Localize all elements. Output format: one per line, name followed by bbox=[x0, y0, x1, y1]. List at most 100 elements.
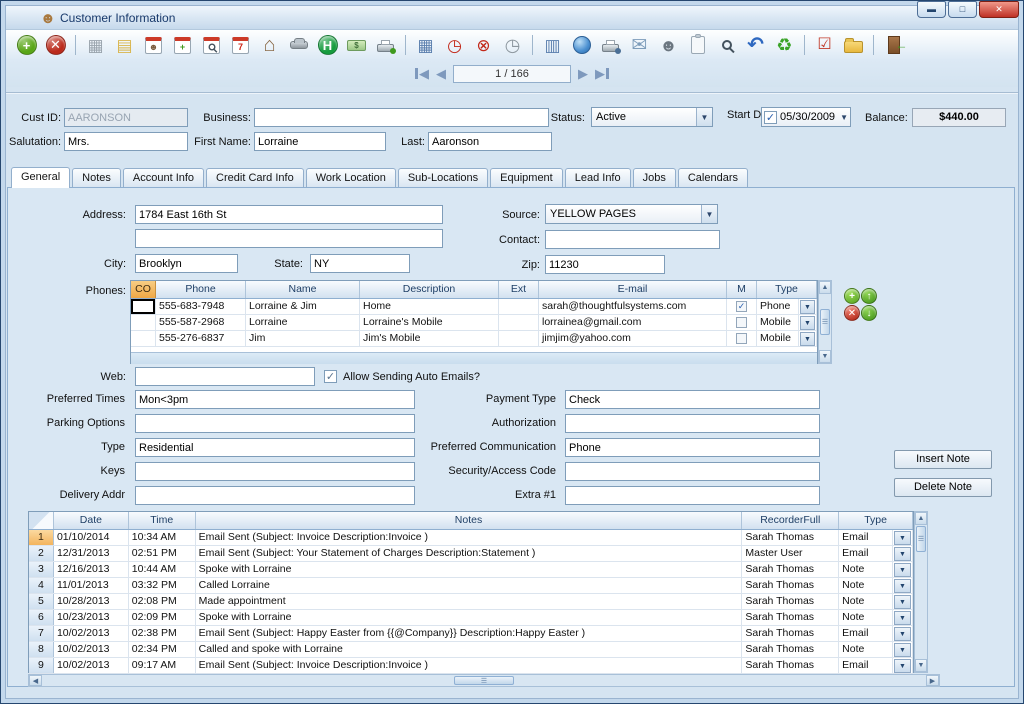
tab-calendars[interactable]: Calendars bbox=[678, 168, 748, 187]
note-row[interactable]: 910/02/201309:17 AMEmail Sent (Subject: … bbox=[29, 658, 913, 674]
right-field-security-access-code[interactable] bbox=[565, 462, 820, 481]
refresh-icon[interactable]: ♻ bbox=[772, 33, 797, 58]
start-date-select[interactable]: ✓ 05/30/2009 ▼ bbox=[761, 107, 851, 127]
row-number[interactable]: 2 bbox=[29, 546, 54, 561]
last-record-icon[interactable]: ▶ bbox=[595, 67, 610, 80]
calendar-add-icon[interactable]: + bbox=[170, 33, 195, 58]
zip-field[interactable] bbox=[545, 255, 665, 274]
note-type-dropdown[interactable]: ▼ bbox=[893, 530, 913, 545]
tab-work-location[interactable]: Work Location bbox=[306, 168, 396, 187]
print-icon[interactable] bbox=[598, 33, 623, 58]
right-field-authorization[interactable] bbox=[565, 414, 820, 433]
note-cell[interactable]: Master User bbox=[742, 546, 839, 561]
phone-cell[interactable]: lorrainea@gmail.com bbox=[539, 315, 727, 330]
note-row[interactable]: 510/28/201302:08 PMMade appointmentSarah… bbox=[29, 594, 913, 610]
note-type-dropdown[interactable]: ▼ bbox=[893, 610, 913, 625]
hold-icon[interactable]: H bbox=[315, 33, 340, 58]
chevron-down-icon[interactable]: ▼ bbox=[894, 595, 911, 609]
phone-row[interactable]: 555-587-2968LorraineLorraine's Mobile lor… bbox=[131, 315, 817, 331]
right-field-payment-type[interactable] bbox=[565, 390, 820, 409]
address-line1-field[interactable] bbox=[135, 205, 443, 224]
start-date-checkbox[interactable]: ✓ bbox=[764, 111, 777, 124]
phone-type-dropdown[interactable]: ▼ bbox=[799, 315, 817, 330]
note-type-dropdown[interactable]: ▼ bbox=[893, 562, 913, 577]
user-session-icon[interactable]: ☻ bbox=[656, 33, 681, 58]
web-field[interactable] bbox=[135, 367, 315, 386]
row-number[interactable]: 6 bbox=[29, 610, 54, 625]
first-name-field[interactable] bbox=[254, 132, 386, 151]
city-field[interactable] bbox=[135, 254, 238, 273]
note-cell[interactable]: 09:17 AM bbox=[129, 658, 196, 673]
tab-general[interactable]: General bbox=[11, 167, 70, 188]
chevron-down-icon[interactable]: ▼ bbox=[894, 627, 911, 641]
note-cell[interactable]: 10/23/2013 bbox=[54, 610, 129, 625]
chevron-down-icon[interactable]: ▼ bbox=[894, 579, 911, 593]
phone-cell[interactable]: Jim bbox=[246, 331, 360, 346]
scroll-left-icon[interactable]: ◀ bbox=[29, 675, 42, 686]
note-row[interactable]: 810/02/201302:34 PMCalled and spoke with… bbox=[29, 642, 913, 658]
phone-cell-m[interactable]: ✓ bbox=[727, 299, 757, 314]
calendar-customer-icon[interactable]: ☻ bbox=[141, 33, 166, 58]
add-phone-icon[interactable]: + bbox=[844, 288, 860, 304]
note-cell[interactable]: Made appointment bbox=[196, 594, 743, 609]
phone-cell[interactable]: Lorraine & Jim bbox=[246, 299, 360, 314]
web-globe-icon[interactable] bbox=[569, 33, 594, 58]
row-number[interactable]: 3 bbox=[29, 562, 54, 577]
phone-cell[interactable]: 555-587-2968 bbox=[156, 315, 246, 330]
note-row[interactable]: 101/10/201410:34 AMEmail Sent (Subject: … bbox=[29, 530, 913, 546]
row-number[interactable]: 7 bbox=[29, 626, 54, 641]
phone-cell[interactable]: Lorraine bbox=[246, 315, 360, 330]
clipboard-icon[interactable] bbox=[685, 33, 710, 58]
phone-cell[interactable]: Lorraine's Mobile bbox=[360, 315, 499, 330]
note-cell[interactable]: 02:09 PM bbox=[129, 610, 196, 625]
source-select[interactable]: YELLOW PAGES ▼ bbox=[545, 204, 718, 224]
note-row[interactable]: 710/02/201302:38 PMEmail Sent (Subject: … bbox=[29, 626, 913, 642]
note-cell[interactable]: 02:34 PM bbox=[129, 642, 196, 657]
note-cell[interactable]: 11/01/2013 bbox=[54, 578, 129, 593]
insert-note-button[interactable]: Insert Note bbox=[894, 450, 992, 469]
row-number[interactable]: 8 bbox=[29, 642, 54, 657]
note-cell[interactable]: Email bbox=[839, 658, 893, 673]
vehicle-icon[interactable] bbox=[286, 33, 311, 58]
note-type-dropdown[interactable]: ▼ bbox=[893, 578, 913, 593]
note-cell[interactable]: 10/28/2013 bbox=[54, 594, 129, 609]
tab-lead-info[interactable]: Lead Info bbox=[565, 168, 631, 187]
phone-cell-type[interactable]: Mobile bbox=[757, 331, 799, 346]
contact-card-icon[interactable]: ▥ bbox=[540, 33, 565, 58]
note-cell[interactable]: Spoke with Lorraine bbox=[196, 562, 743, 577]
note-cell[interactable]: Sarah Thomas bbox=[742, 594, 839, 609]
note-row[interactable]: 610/23/201302:09 PMSpoke with LorraineSa… bbox=[29, 610, 913, 626]
note-cell[interactable]: Sarah Thomas bbox=[742, 642, 839, 657]
scroll-down-icon[interactable]: ▼ bbox=[819, 350, 831, 363]
note-row[interactable]: 212/31/201302:51 PMEmail Sent (Subject: … bbox=[29, 546, 913, 562]
chevron-down-icon[interactable]: ▼ bbox=[800, 332, 815, 346]
note-cell[interactable]: Note bbox=[839, 594, 893, 609]
tab-jobs[interactable]: Jobs bbox=[633, 168, 676, 187]
phone-type-dropdown[interactable]: ▼ bbox=[799, 299, 817, 314]
row-number[interactable]: 9 bbox=[29, 658, 54, 673]
undo-icon[interactable]: ↶ bbox=[743, 33, 768, 58]
email-icon[interactable]: ✉ bbox=[627, 33, 652, 58]
note-cell[interactable]: Note bbox=[839, 578, 893, 593]
phone-row[interactable]: 555-683-7948Lorraine & JimHomesarah@thou… bbox=[131, 299, 817, 315]
phone-cell[interactable]: 555-683-7948 bbox=[156, 299, 246, 314]
minimize-button[interactable]: ▬ bbox=[917, 1, 946, 18]
delete-phone-icon[interactable]: ✕ bbox=[844, 305, 860, 321]
note-cell[interactable]: Sarah Thomas bbox=[742, 530, 839, 545]
chevron-down-icon[interactable]: ▼ bbox=[894, 531, 911, 545]
note-type-dropdown[interactable]: ▼ bbox=[893, 546, 913, 561]
chevron-down-icon[interactable]: ▼ bbox=[838, 108, 850, 126]
chevron-down-icon[interactable]: ▼ bbox=[696, 108, 712, 126]
calculator-disabled-icon[interactable]: ▦ bbox=[83, 33, 108, 58]
note-cell[interactable]: Email Sent (Subject: Invoice Description… bbox=[196, 530, 743, 545]
note-cell[interactable]: 12/16/2013 bbox=[54, 562, 129, 577]
add-record-icon[interactable]: + bbox=[14, 33, 39, 58]
note-cell[interactable]: Email Sent (Subject: Your Statement of C… bbox=[196, 546, 743, 561]
search-icon[interactable] bbox=[714, 33, 739, 58]
scroll-right-icon[interactable]: ▶ bbox=[926, 675, 939, 686]
note-cell[interactable]: Email bbox=[839, 546, 893, 561]
phone-type-dropdown[interactable]: ▼ bbox=[799, 331, 817, 346]
phone-cell[interactable] bbox=[131, 299, 156, 314]
note-row[interactable]: 312/16/201310:44 AMSpoke with LorraineSa… bbox=[29, 562, 913, 578]
tab-notes[interactable]: Notes bbox=[72, 168, 121, 187]
